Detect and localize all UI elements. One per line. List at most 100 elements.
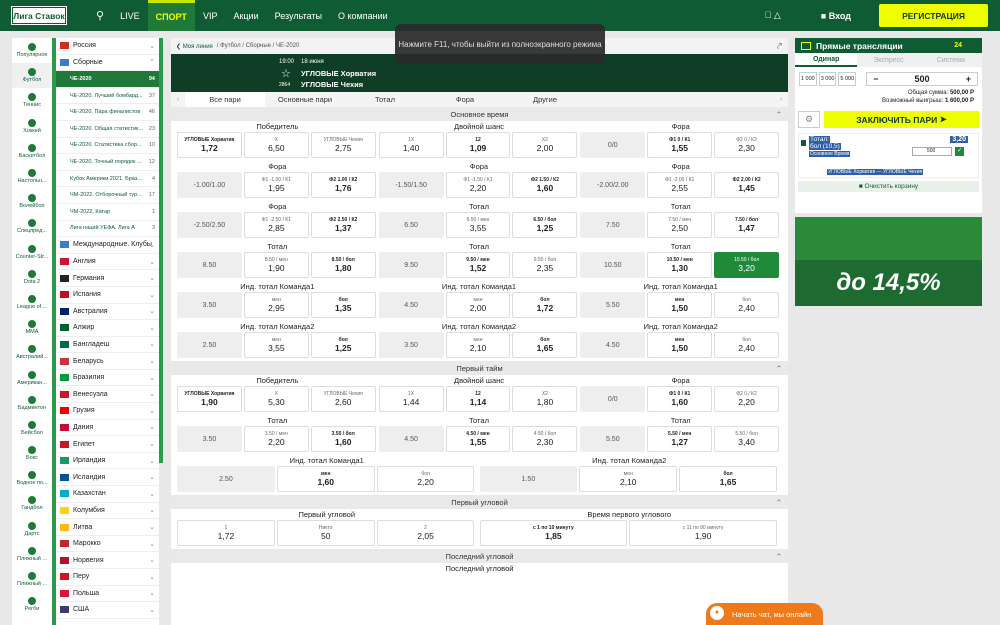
sport-item[interactable]: Австралий...	[12, 340, 52, 365]
odds-button[interactable]: Ф1 -2.50 / К1 2,85	[243, 212, 309, 238]
stake-preset-3000[interactable]: 3 000	[818, 72, 837, 86]
gear-icon[interactable]: ⚙	[798, 111, 820, 128]
odds-button[interactable]: мен 2,00	[445, 292, 511, 318]
sport-item[interactable]: Регби	[12, 592, 52, 617]
competition-item[interactable]: Лига наций УЕФА. Лига А 3	[56, 220, 159, 238]
odds-button[interactable]: УГЛОВЫЕ Чехия 2,60	[310, 386, 376, 412]
odds-button[interactable]: 4.50 / мен 1,55	[445, 426, 511, 452]
tab-3[interactable]: Фора	[425, 92, 505, 107]
tab-2[interactable]: Тотал	[345, 92, 425, 107]
odds-button[interactable]: Ф1 0 / К1 1,60	[647, 386, 713, 412]
sport-item[interactable]: Бейсбол	[12, 416, 52, 441]
chat-button[interactable]: ● Начать чат, мы онлайн	[706, 603, 823, 625]
odds-button[interactable]: 9.50 / мен 1,52	[445, 252, 511, 278]
odds-button[interactable]: 5.50 / мен 1,27	[647, 426, 713, 452]
competition-item[interactable]: ЧЕ-2020. Пара финалистов 46	[56, 104, 159, 121]
odds-button[interactable]: мен 1,50	[647, 332, 713, 358]
odds-button[interactable]: бол 1,65	[512, 332, 578, 358]
tab-left-arrow-icon[interactable]: ‹	[171, 92, 185, 107]
odds-button[interactable]: Х 5,30	[243, 386, 309, 412]
odds-button[interactable]: бол 1,65	[679, 466, 777, 492]
odds-button[interactable]: мен 3,55	[243, 332, 309, 358]
country-item[interactable]: Перу ⌄	[56, 569, 159, 586]
back-link[interactable]: ❮ Моя линия	[176, 43, 213, 50]
trash-icon[interactable]	[801, 140, 806, 146]
tab-right-arrow-icon[interactable]: ›	[774, 92, 788, 107]
nav-item[interactable]: Акции	[225, 0, 266, 31]
section-header[interactable]: Первый угловой ⌃	[171, 495, 788, 509]
nav-item[interactable]: О компании	[330, 0, 396, 31]
search-icon[interactable]: ⚲	[96, 9, 104, 22]
promo-banner-image[interactable]	[795, 217, 982, 260]
country-item[interactable]: Испания ⌄	[56, 287, 159, 304]
odds-button[interactable]: мен 1,60	[276, 466, 375, 492]
sport-item[interactable]: Футбол	[12, 63, 52, 89]
country-item[interactable]: Сборные ⌃	[56, 55, 159, 72]
selection-stake-input[interactable]: 500	[912, 147, 952, 156]
odds-button[interactable]: бол 2,40	[714, 332, 780, 358]
country-item[interactable]: Бангладеш ⌄	[56, 337, 159, 354]
odds-button[interactable]: Ф2 1.50 / К2 1,60	[512, 172, 578, 198]
bet-tab[interactable]: Система	[919, 53, 982, 67]
sport-item[interactable]: Теннис	[12, 88, 52, 113]
odds-button[interactable]: 4.50 / бол 2,30	[512, 426, 578, 452]
section-header[interactable]: Основное время ⌃	[171, 107, 788, 121]
competition-item[interactable]: ЧМ-2022. Катар 1	[56, 203, 159, 221]
odds-button[interactable]: 3.50 / мен 2,20	[243, 426, 309, 452]
odds-button[interactable]: 12 1,14	[445, 386, 511, 412]
odds-button[interactable]: мен 2,10	[445, 332, 511, 358]
nav-item[interactable]: LIVE	[112, 0, 148, 31]
odds-button[interactable]: 8.50 / мен 1,90	[243, 252, 309, 278]
sport-item[interactable]: Настольн...	[12, 164, 52, 189]
sport-item[interactable]: Counter-Str...	[12, 240, 52, 265]
competition-item[interactable]: ЧЕ-2020. Точный порядок ... 12	[56, 154, 159, 171]
sport-item[interactable]: Хоккей	[12, 114, 52, 139]
odds-button[interactable]: бол 2,20	[376, 466, 475, 492]
odds-button[interactable]: Ф2 0 / К2 2,20	[714, 386, 780, 412]
odds-button[interactable]: УГЛОВЫЕ Чехия 2,75	[310, 132, 376, 158]
odds-button[interactable]: мен 1,50	[647, 292, 713, 318]
competition-item[interactable]: ЧЕ-2020. Общая статистик... 23	[56, 120, 159, 138]
place-bet-button[interactable]: ЗАКЛЮЧИТЬ ПАРИ ➤	[824, 111, 979, 128]
sport-item[interactable]: Спецпред...	[12, 214, 52, 239]
favorite-star-icon[interactable]: ☆	[281, 67, 291, 80]
competition-item[interactable]: Кубок Америки 2021. Браз... 4	[56, 170, 159, 188]
sport-item[interactable]: Дартс	[12, 517, 52, 542]
sport-item[interactable]: Гандбол	[12, 491, 52, 516]
country-item[interactable]: Бразилия ⌄	[56, 370, 159, 387]
sport-item[interactable]: League of ...	[12, 290, 52, 315]
section-header[interactable]: Первый тайм ⌃	[171, 361, 788, 375]
promo-banner[interactable]: до 14,5%	[795, 260, 982, 306]
sport-item[interactable]: Пляжный ...	[12, 542, 52, 567]
country-item[interactable]: Венесуэла ⌄	[56, 386, 159, 404]
stake-preset-5000[interactable]: 5 000	[838, 72, 857, 86]
odds-button[interactable]: Ф2 1.00 / К2 1,76	[310, 172, 376, 198]
odds-button[interactable]: 8.50 / бол 1,80	[310, 252, 376, 278]
live-stream-header[interactable]: Прямые трансляции 24	[795, 38, 982, 53]
odds-button[interactable]: мен 2,95	[243, 292, 309, 318]
stake-input[interactable]: − 500 +	[866, 72, 978, 86]
country-item[interactable]: Колумбия ⌄	[56, 503, 159, 520]
odds-button[interactable]: УГЛОВЫЕ Хорватия 1,72	[177, 132, 242, 158]
register-button[interactable]: РЕГИСТРАЦИЯ	[879, 4, 988, 27]
country-item[interactable]: Казахстан ⌄	[56, 486, 159, 503]
country-item[interactable]: Литва ⌄	[56, 519, 159, 536]
country-item[interactable]: Польша ⌄	[56, 586, 159, 603]
minus-icon[interactable]: −	[873, 74, 878, 84]
competition-item[interactable]: ЧЕ-2020. Лучший бомбард... 37	[56, 87, 159, 105]
country-item[interactable]: Египет ⌄	[56, 436, 159, 453]
odds-button[interactable]: Ф1 -2.00 / К1 2,55	[647, 172, 713, 198]
competition-item[interactable]: ЧЕ-2020 94	[56, 71, 159, 88]
sport-item[interactable]: Водное по...	[12, 466, 52, 491]
odds-button[interactable]: Никто 50	[276, 520, 375, 546]
country-item[interactable]: Алжир ⌄	[56, 320, 159, 337]
country-item[interactable]: Германия ⌄	[56, 270, 159, 287]
sport-item[interactable]: Популярное	[12, 38, 52, 63]
sport-item[interactable]: Пляжный ...	[12, 567, 52, 592]
sport-item[interactable]: MMA	[12, 315, 52, 340]
countries-scrollbar[interactable]	[159, 38, 163, 463]
section-header[interactable]: Последний угловой ⌃	[171, 549, 788, 563]
odds-button[interactable]: 5.50 / бол 3,40	[714, 426, 780, 452]
clear-basket-button[interactable]: ■ Очистить корзину	[798, 181, 979, 192]
odds-button[interactable]: Х2 2,00	[512, 132, 578, 158]
